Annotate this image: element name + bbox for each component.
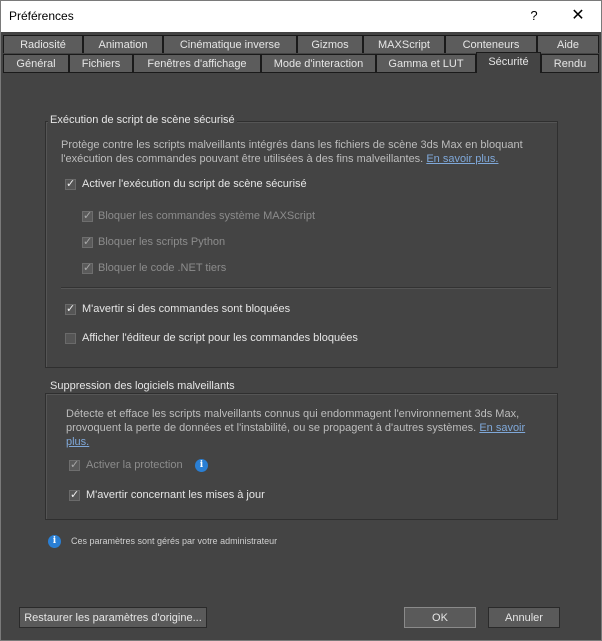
- title-bar: Préférences ? ✕: [1, 1, 601, 32]
- learn-more-link[interactable]: En savoir plus.: [426, 153, 498, 165]
- tab-securite[interactable]: Sécurité: [476, 52, 541, 73]
- restore-defaults-button[interactable]: Restaurer les paramètres d'origine...: [19, 607, 207, 628]
- script-desc-line1: Protège contre les scripts malveillants …: [61, 139, 523, 151]
- block-python-checkbox[interactable]: [82, 235, 93, 248]
- preferences-dialog: Préférences ? ✕ Radiosité Animation Ciné…: [0, 0, 602, 641]
- admin-note: Ces paramètres sont gérés par votre admi…: [71, 536, 278, 546]
- warn-blocked-checkbox[interactable]: [65, 302, 76, 315]
- block-net-checkbox[interactable]: [82, 261, 93, 274]
- enable-protection-checkbox[interactable]: [69, 458, 80, 471]
- malware-group-description: Détecte et efface les scripts malveillan…: [66, 407, 525, 449]
- script-desc-line2: l'exécution des commandes pouvant être u…: [61, 153, 424, 165]
- enable-safe-script-label: Activer l'exécution du script de scène s…: [82, 178, 307, 190]
- malware-desc-line2: provoquent la perte de données et l'inst…: [66, 422, 477, 434]
- tab-general[interactable]: Général: [3, 54, 69, 72]
- enable-protection-label: Activer la protection: [86, 459, 183, 471]
- ok-button[interactable]: OK: [404, 607, 476, 628]
- group-divider: [61, 287, 551, 288]
- tab-gizmos[interactable]: Gizmos: [297, 35, 363, 53]
- warn-updates-checkbox[interactable]: [69, 488, 80, 501]
- window-title: Préférences: [9, 9, 74, 23]
- tab-cinematique-inverse[interactable]: Cinématique inverse: [163, 35, 297, 53]
- tab-maxscript[interactable]: MAXScript: [363, 35, 445, 53]
- show-editor-checkbox[interactable]: [65, 333, 76, 344]
- tab-gamma-lut[interactable]: Gamma et LUT: [376, 54, 476, 72]
- tab-fichiers[interactable]: Fichiers: [69, 54, 133, 72]
- tab-mode-interaction[interactable]: Mode d'interaction: [261, 54, 376, 72]
- tab-fenetres-affichage[interactable]: Fenêtres d'affichage: [133, 54, 261, 72]
- tab-conteneurs[interactable]: Conteneurs: [445, 35, 537, 53]
- warn-updates-label: M'avertir concernant les mises à jour: [86, 489, 265, 501]
- show-editor-label: Afficher l'éditeur de script pour les co…: [82, 332, 358, 344]
- block-net-label: Bloquer le code .NET tiers: [98, 262, 227, 274]
- block-maxscript-label: Bloquer les commandes système MAXScript: [98, 210, 316, 222]
- tab-aide[interactable]: Aide: [537, 35, 599, 53]
- script-group-title: Exécution de script de scène sécurisé: [48, 114, 237, 126]
- tab-rendu[interactable]: Rendu: [541, 54, 599, 72]
- malware-group-title: Suppression des logiciels malveillants: [48, 380, 237, 392]
- cancel-button[interactable]: Annuler: [488, 607, 560, 628]
- malware-learn-more-link[interactable]: En savoir: [479, 422, 525, 434]
- admin-info-icon: i: [48, 535, 61, 548]
- tab-radiosite[interactable]: Radiosité: [3, 35, 83, 53]
- close-button[interactable]: ✕: [563, 4, 593, 28]
- tab-animation[interactable]: Animation: [83, 35, 163, 53]
- block-python-label: Bloquer les scripts Python: [98, 236, 226, 248]
- malware-desc-line1: Détecte et efface les scripts malveillan…: [66, 408, 520, 420]
- help-button[interactable]: ?: [520, 4, 548, 28]
- enable-safe-script-checkbox[interactable]: [65, 177, 76, 190]
- script-group-description: Protège contre les scripts malveillants …: [61, 138, 523, 166]
- malware-learn-more-link-cont[interactable]: plus.: [66, 436, 89, 448]
- warn-blocked-label: M'avertir si des commandes sont bloquées: [82, 303, 291, 315]
- block-maxscript-checkbox[interactable]: [82, 209, 93, 222]
- info-icon[interactable]: i: [195, 459, 208, 472]
